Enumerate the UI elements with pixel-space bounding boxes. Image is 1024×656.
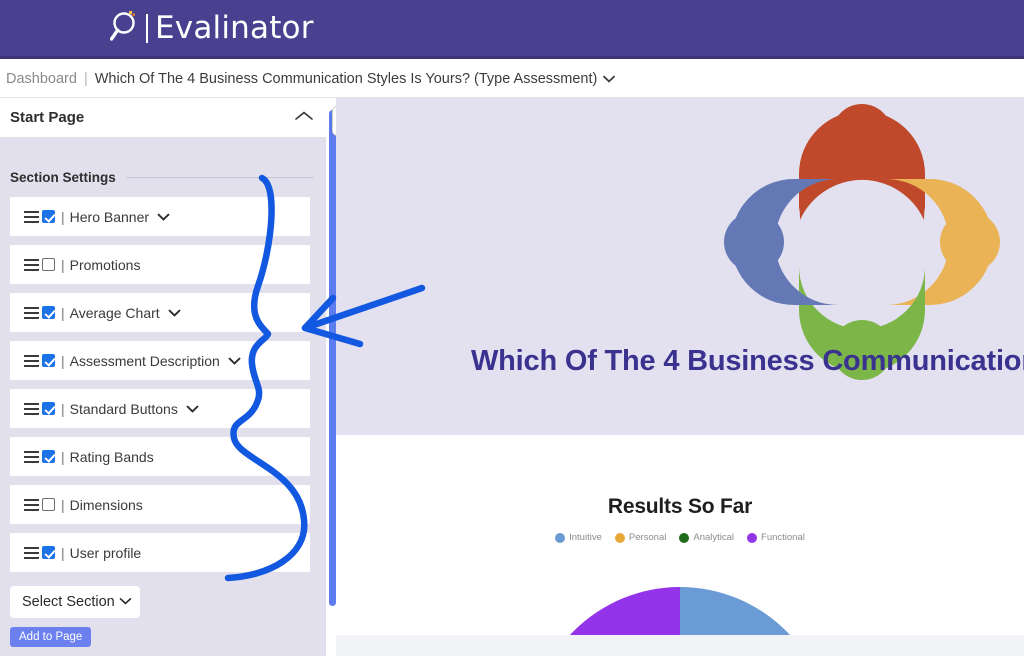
section-row[interactable]: | Standard Buttons <box>10 389 310 428</box>
section-row[interactable]: | Promotions <box>10 245 310 284</box>
chart-legend: Intuitive Personal Analytical Functional <box>336 532 1024 543</box>
breadcrumb-separator: | <box>83 70 88 87</box>
hero-title: Which Of The 4 Business Communication <box>471 345 1024 377</box>
drag-handle-icon[interactable] <box>24 498 39 511</box>
legend-color-dot <box>555 532 566 543</box>
preview-bottom-strip <box>336 635 1024 656</box>
chevron-down-icon[interactable] <box>186 402 199 416</box>
magnifier-icon <box>109 9 144 47</box>
section-enabled-checkbox[interactable] <box>42 210 55 223</box>
section-enabled-checkbox[interactable] <box>42 354 55 367</box>
chevron-down-icon[interactable] <box>157 210 170 224</box>
section-row[interactable]: | Assessment Description <box>10 341 310 380</box>
chart-title: Results So Far <box>607 495 753 518</box>
brand-name: Evalinator <box>155 9 314 46</box>
row-separator: | <box>61 448 65 465</box>
breadcrumb-dashboard-link[interactable]: Dashboard <box>6 71 77 87</box>
section-enabled-checkbox[interactable] <box>42 546 55 559</box>
section-settings-label: Section Settings <box>10 169 116 185</box>
section-label: Average Chart <box>69 304 160 321</box>
row-separator: | <box>61 304 65 321</box>
drag-handle-icon[interactable] <box>24 306 39 319</box>
row-separator: | <box>61 208 65 225</box>
legend-label: Analytical <box>693 532 735 543</box>
legend-item[interactable]: Functional <box>747 532 805 543</box>
section-enabled-checkbox[interactable] <box>42 258 55 271</box>
results-so-far-section: Results So Far Intuitive Personal Analytic… <box>336 435 1024 656</box>
legend-color-dot <box>747 532 758 543</box>
chevron-up-icon[interactable] <box>294 109 314 127</box>
legend-label: Functional <box>761 532 805 543</box>
panel-title: Start Page <box>10 109 85 126</box>
section-row[interactable]: | Dimensions <box>10 485 310 524</box>
chevron-down-icon <box>119 596 132 608</box>
section-list: | Hero Banner | Promotions | Average Chart | As… <box>0 197 326 572</box>
section-label: Dimensions <box>69 496 143 513</box>
section-label: Assessment Description <box>69 352 220 369</box>
section-label: Rating Bands <box>69 448 154 465</box>
row-separator: | <box>61 544 65 561</box>
row-separator: | <box>61 400 65 417</box>
drag-handle-icon[interactable] <box>24 402 39 415</box>
legend-item[interactable]: Analytical <box>679 532 734 543</box>
section-enabled-checkbox[interactable] <box>42 402 55 415</box>
drag-handle-icon[interactable] <box>24 210 39 223</box>
chevron-down-icon[interactable] <box>228 354 241 368</box>
drag-handle-icon[interactable] <box>24 450 39 463</box>
row-separator: | <box>61 496 65 513</box>
legend-label: Intuitive <box>569 532 602 543</box>
section-label: Promotions <box>69 256 141 273</box>
logo-divider <box>146 13 148 43</box>
section-row[interactable]: | Average Chart <box>10 293 310 332</box>
section-row[interactable]: | User profile <box>10 533 310 572</box>
legend-item[interactable]: Personal <box>614 532 667 543</box>
section-settings-heading: Section Settings <box>0 164 326 190</box>
legend-item[interactable]: Intuitive <box>555 532 602 543</box>
section-enabled-checkbox[interactable] <box>42 450 55 463</box>
legend-label: Personal <box>628 532 667 543</box>
drag-handle-icon[interactable] <box>24 354 39 367</box>
section-label: Hero Banner <box>69 208 150 225</box>
app-root: Evalinator Dashboard | Which Of The 4 Bu… <box>0 0 1024 656</box>
page-preview: Which Of The 4 Business Communication Re… <box>336 98 1024 656</box>
section-enabled-checkbox[interactable] <box>42 498 55 511</box>
start-page-panel-header[interactable]: Start Page <box>0 98 326 138</box>
legend-color-dot <box>614 532 625 543</box>
panel-resize-handle[interactable] <box>329 110 336 606</box>
section-label: User profile <box>69 544 142 561</box>
drag-handle-icon[interactable] <box>24 258 39 271</box>
row-separator: | <box>61 256 65 273</box>
breadcrumb: Dashboard | Which Of The 4 Business Comm… <box>0 59 1024 98</box>
hero-banner-section: Which Of The 4 Business Communication <box>336 98 1024 435</box>
section-row[interactable]: | Hero Banner <box>10 197 310 236</box>
section-enabled-checkbox[interactable] <box>42 306 55 319</box>
app-header: Evalinator <box>0 0 1024 56</box>
breadcrumb-current-assessment: Which Of The 4 Business Communication St… <box>94 70 598 87</box>
add-to-page-button[interactable]: Add to Page <box>10 627 92 647</box>
row-separator: | <box>61 352 65 369</box>
drag-handle-icon[interactable] <box>24 546 39 559</box>
section-settings-rule <box>125 176 314 178</box>
select-section-label: Select Section <box>22 594 115 610</box>
section-row[interactable]: | Rating Bands <box>10 437 310 476</box>
section-editor-sidebar: Start Page Section Settings | Hero Banner… <box>0 98 326 656</box>
chevron-down-icon[interactable] <box>168 306 181 320</box>
section-label: Standard Buttons <box>69 400 178 417</box>
legend-color-dot <box>679 532 690 543</box>
chevron-down-icon[interactable] <box>603 72 616 86</box>
select-section-dropdown[interactable]: Select Section <box>10 586 140 618</box>
brand-logo[interactable]: Evalinator <box>109 8 314 48</box>
